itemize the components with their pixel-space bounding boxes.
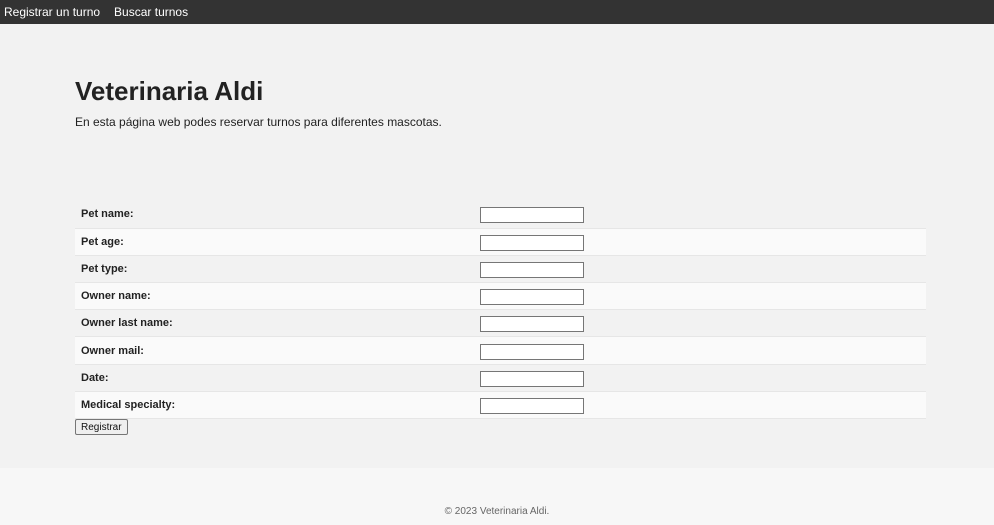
form-row-owner-last-name: Owner last name: [75, 309, 926, 337]
owner-name-input[interactable] [480, 289, 584, 306]
medical-specialty-input[interactable] [480, 397, 584, 414]
form-row-pet-name: Pet name: [75, 201, 926, 229]
page-footer: © 2023 Veterinaria Aldi. [0, 468, 994, 525]
owner-mail-label: Owner mail: [81, 344, 144, 357]
pet-type-label: Pet type: [81, 262, 128, 275]
medical-specialty-label: Medical specialty: [81, 398, 176, 411]
owner-name-label: Owner name: [81, 290, 151, 303]
form-row-pet-age: Pet age: [75, 228, 926, 256]
page-subtitle: En esta página web podes reservar turnos… [75, 115, 442, 129]
form-row-pet-type: Pet type: [75, 255, 926, 283]
pet-age-label: Pet age: [81, 235, 124, 248]
pet-name-label: Pet name: [81, 208, 134, 221]
owner-mail-input[interactable] [480, 343, 584, 360]
top-navigation-bar: Registrar un turno Buscar turnos [0, 0, 994, 24]
owner-last-name-label: Owner last name: [81, 317, 173, 330]
pet-age-input[interactable] [480, 234, 584, 251]
nav-link-registrar-turno[interactable]: Registrar un turno [0, 0, 107, 24]
pet-name-input[interactable] [480, 207, 584, 224]
date-input[interactable] [480, 370, 584, 387]
nav-link-buscar-turnos[interactable]: Buscar turnos [107, 0, 195, 24]
form-row-medical-specialty: Medical specialty: [75, 391, 926, 419]
form-row-date: Date: [75, 364, 926, 392]
page-title: Veterinaria Aldi [75, 76, 264, 106]
footer-copyright: © 2023 Veterinaria Aldi. [444, 506, 550, 517]
pet-type-input[interactable] [480, 261, 584, 278]
appointment-form: Pet name: Pet age: Pet type: Owner name:… [75, 201, 926, 419]
main-content: Veterinaria Aldi En esta página web pode… [0, 24, 994, 468]
form-row-owner-name: Owner name: [75, 282, 926, 310]
owner-last-name-input[interactable] [480, 316, 584, 333]
registrar-button[interactable]: Registrar [75, 419, 128, 435]
date-label: Date: [81, 371, 109, 384]
form-row-owner-mail: Owner mail: [75, 336, 926, 365]
